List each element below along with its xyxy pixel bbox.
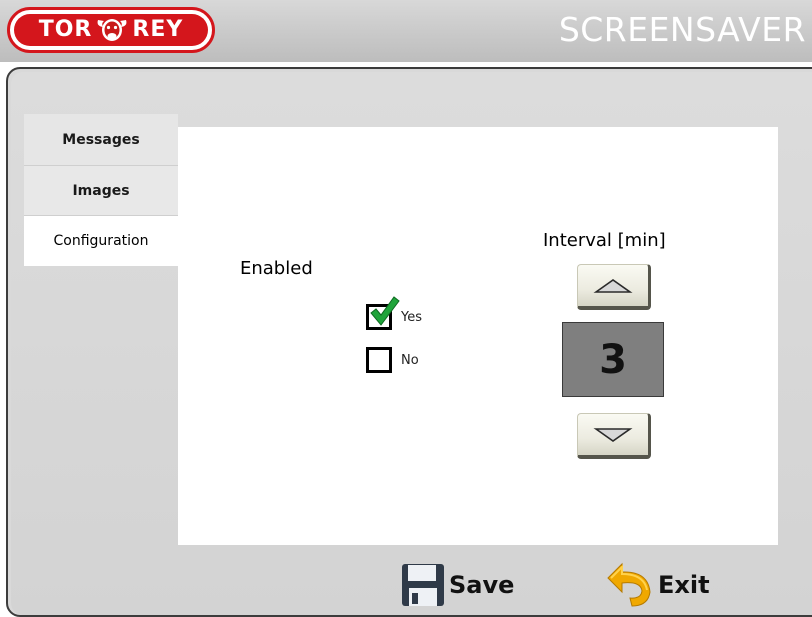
content-area xyxy=(178,127,778,545)
floppy-disk-icon xyxy=(402,564,444,606)
logo-text-right: REY xyxy=(132,17,184,42)
save-label: Save xyxy=(449,571,515,599)
option-yes[interactable]: Yes xyxy=(366,296,422,330)
arrow-up-icon xyxy=(593,279,633,293)
sidebar-item-label: Configuration xyxy=(53,233,149,249)
interval-value: 3 xyxy=(562,322,664,397)
sidebar-item-images[interactable]: Images xyxy=(24,166,178,216)
yes-checkbox[interactable] xyxy=(366,296,400,330)
yes-label: Yes xyxy=(401,309,422,325)
save-button[interactable]: Save xyxy=(400,562,514,608)
interval-label: Interval [min] xyxy=(543,230,666,251)
option-no[interactable]: No xyxy=(366,347,419,373)
interval-up-button[interactable] xyxy=(577,264,651,310)
exit-label: Exit xyxy=(658,571,710,599)
interval-down-button[interactable] xyxy=(577,413,651,459)
sidebar: Messages Images Configuration xyxy=(24,114,178,266)
no-checkbox[interactable] xyxy=(366,347,392,373)
no-label: No xyxy=(401,352,419,368)
sidebar-item-label: Images xyxy=(72,182,130,199)
exit-button[interactable]: Exit xyxy=(606,562,710,608)
enabled-label: Enabled xyxy=(240,258,313,279)
sidebar-item-messages[interactable]: Messages xyxy=(24,114,178,166)
arrow-down-icon xyxy=(593,428,633,442)
bull-head-icon xyxy=(97,19,127,41)
checkmark-icon xyxy=(370,296,400,326)
page-title: SCREENSAVER xyxy=(558,10,806,49)
back-arrow-icon xyxy=(607,562,651,607)
logo-text-left: TOR xyxy=(38,17,93,42)
header-bar: TOR REY SCREENSAVER xyxy=(0,0,812,62)
torrey-logo: TOR REY xyxy=(7,7,215,53)
sidebar-item-configuration[interactable]: Configuration xyxy=(24,216,178,266)
sidebar-item-label: Messages xyxy=(62,131,140,148)
